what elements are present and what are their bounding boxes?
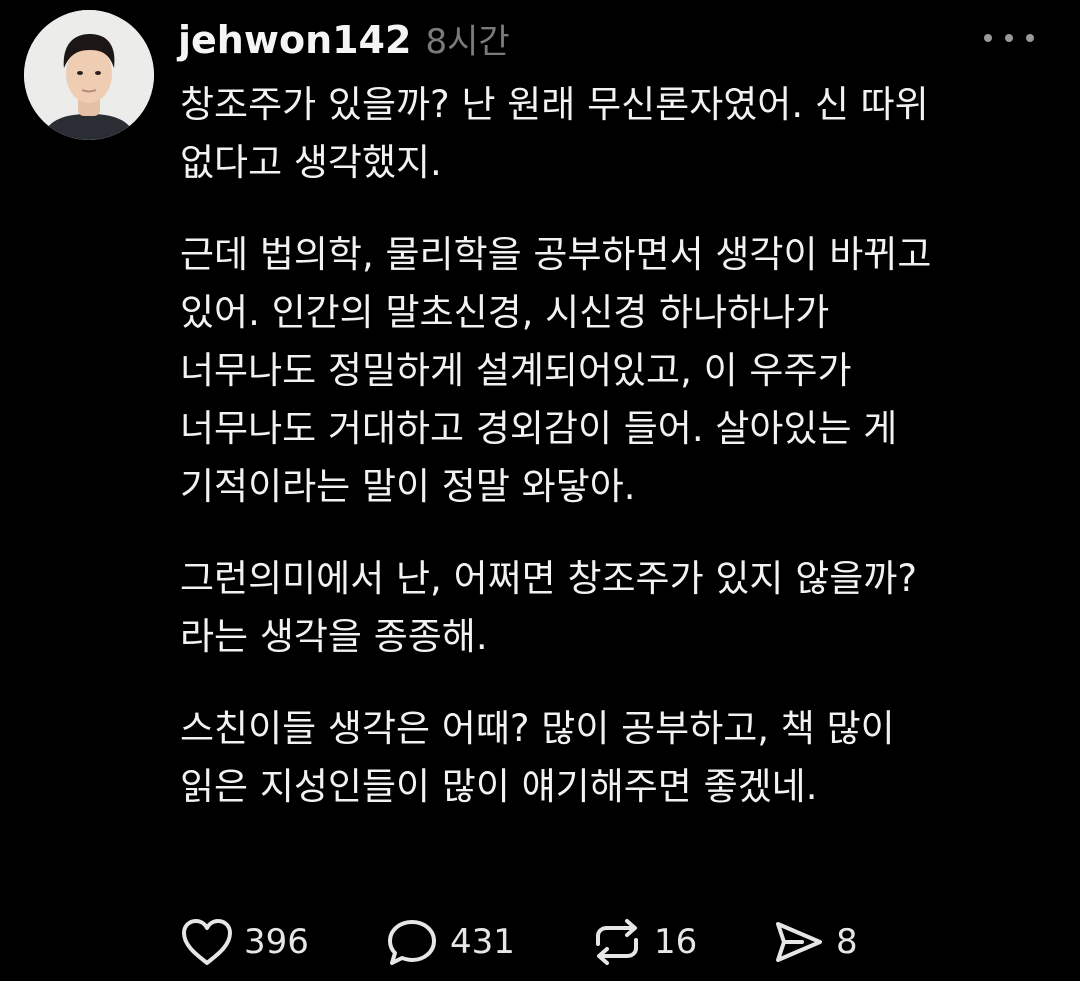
text-line: 창조주가 있을까? 난 원래 무신론자였어. 신 따위: [180, 83, 929, 126]
text-line: 너무나도 거대하고 경외감이 들어. 살아있는 게: [180, 407, 898, 450]
repost-icon: [596, 919, 638, 965]
post-paragraph: 스친이들 생각은 어때? 많이 공부하고, 책 많이 읽은 지성인들이 많이 얘…: [180, 700, 1060, 816]
text-line: 너무나도 정밀하게 설계되어있고, 이 우주가: [180, 349, 852, 392]
post-body: 창조주가 있을까? 난 원래 무신론자였어. 신 따위 없다고 생각했지. 근데…: [180, 76, 1060, 850]
username[interactable]: jehwon142: [178, 12, 411, 68]
post-paragraph: 그런의미에서 난, 어쩌면 창조주가 있지 않을까? 라는 생각을 종종해.: [180, 550, 1060, 666]
text-line: 근데 법의학, 물리학을 공부하면서 생각이 바뀌고: [180, 233, 932, 276]
dot: [1026, 34, 1034, 42]
share-button[interactable]: 8: [772, 912, 858, 972]
text-line: 스친이들 생각은 어때? 많이 공부하고, 책 많이: [180, 707, 895, 750]
comment-icon: [388, 920, 436, 965]
repost-count: 16: [654, 922, 698, 962]
more-options-icon[interactable]: [984, 28, 1034, 48]
text-line: 기적이라는 말이 정말 와닿아.: [180, 465, 636, 508]
share-count: 8: [836, 922, 858, 962]
send-icon: [776, 922, 822, 962]
repost-button[interactable]: 16: [590, 912, 697, 972]
post-header: jehwon142 8시간: [178, 12, 510, 68]
dot: [984, 34, 992, 42]
post-paragraph: 창조주가 있을까? 난 원래 무신론자였어. 신 따위 없다고 생각했지.: [180, 76, 1060, 192]
avatar-image: [24, 10, 154, 140]
action-bar: 396 431 16 8: [180, 912, 1060, 972]
post-time: 8시간: [425, 22, 510, 62]
post-paragraph: 근데 법의학, 물리학을 공부하면서 생각이 바뀌고 있어. 인간의 말초신경,…: [180, 226, 1060, 516]
text-line: 읽은 지성인들이 많이 얘기해주면 좋겠네.: [180, 765, 818, 808]
heart-icon: [182, 919, 232, 965]
comment-count: 431: [450, 922, 515, 962]
dot: [1005, 34, 1013, 42]
avatar[interactable]: [24, 10, 154, 140]
text-line: 있어. 인간의 말초신경, 시신경 하나하나가: [180, 291, 830, 334]
thread-post: jehwon142 8시간 창조주가 있을까? 난 원래 무신론자였어. 신 따…: [0, 0, 1080, 981]
text-line: 그런의미에서 난, 어쩌면 창조주가 있지 않을까?: [180, 557, 917, 600]
text-line: 없다고 생각했지.: [180, 141, 442, 184]
text-line: 라는 생각을 종종해.: [180, 615, 488, 658]
like-count: 396: [244, 922, 309, 962]
comment-button[interactable]: 431: [386, 912, 515, 972]
like-button[interactable]: 396: [180, 912, 309, 972]
